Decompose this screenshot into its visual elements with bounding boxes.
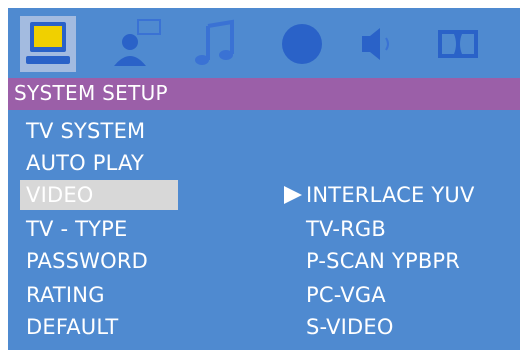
- osd-screen: SYSTEM SETUP TV SYSTEM AUTO PLAY VIDEO T…: [0, 0, 520, 358]
- menu-item-default[interactable]: DEFAULT: [26, 312, 118, 342]
- music-note-icon[interactable]: [190, 18, 242, 70]
- submenu-item-s-video[interactable]: S-VIDEO: [306, 312, 394, 342]
- dolby-icon[interactable]: [432, 18, 484, 70]
- submenu-item-tv-rgb[interactable]: TV-RGB: [306, 214, 386, 244]
- menu-item-auto-play[interactable]: AUTO PLAY: [26, 148, 144, 178]
- selection-arrow-icon: [284, 186, 302, 204]
- menu-item-video[interactable]: VIDEO: [20, 180, 178, 210]
- color-icon[interactable]: [276, 18, 328, 70]
- page-title: SYSTEM SETUP: [14, 81, 168, 105]
- speaker-icon[interactable]: [352, 18, 404, 70]
- setup-panel: SYSTEM SETUP TV SYSTEM AUTO PLAY VIDEO T…: [8, 8, 520, 350]
- submenu-item-p-scan-ypbpr[interactable]: P-SCAN YPBPR: [306, 246, 460, 276]
- submenu-item-pc-vga[interactable]: PC-VGA: [306, 280, 386, 310]
- menu-item-tv-type[interactable]: TV - TYPE: [26, 214, 128, 244]
- menu-item-rating[interactable]: RATING: [26, 280, 105, 310]
- category-icon-bar: [8, 8, 520, 78]
- submenu-item-interlace-yuv[interactable]: INTERLACE YUV: [306, 180, 475, 210]
- menu-item-password[interactable]: PASSWORD: [26, 246, 148, 276]
- user-icon[interactable]: [108, 18, 161, 70]
- title-bar: SYSTEM SETUP: [8, 78, 520, 110]
- system-setup-icon[interactable]: [20, 16, 76, 72]
- menu-item-tv-system[interactable]: TV SYSTEM: [26, 116, 145, 146]
